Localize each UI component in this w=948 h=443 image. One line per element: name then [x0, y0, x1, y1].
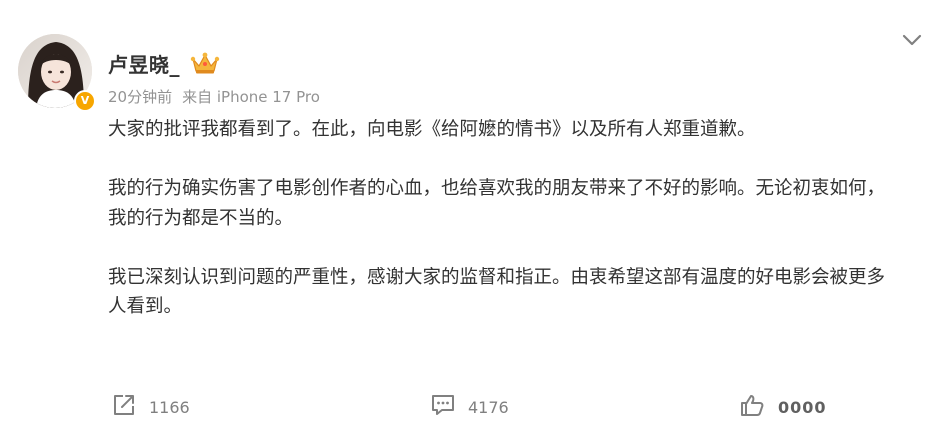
post-source: 来自 iPhone 17 Pro [182, 88, 320, 106]
post-meta: 20分钟前 来自 iPhone 17 Pro [108, 86, 320, 107]
chevron-down-icon[interactable] [900, 28, 924, 52]
repost-count: 1166 [149, 397, 190, 417]
comment-count: 4176 [468, 397, 509, 417]
action-bar: 1166 4176 0000 [0, 392, 948, 422]
author-avatar[interactable]: V [18, 34, 96, 112]
author-name[interactable]: 卢昱晓_ [108, 49, 180, 78]
share-icon [111, 393, 137, 421]
post-paragraph: 我已深刻认识到问题的严重性，感谢大家的监督和指正。由衷希望这部有温度的好电影会被… [108, 266, 886, 318]
post-time[interactable]: 20分钟前 [108, 86, 172, 107]
weibo-post-card: V 卢昱晓_ 20分钟前 来自 iPhone 17 Pro 大家的批评我都看到了… [0, 0, 948, 443]
thumbs-up-icon [740, 393, 766, 421]
like-count: 0000 [778, 397, 827, 417]
comment-button[interactable]: 4176 [430, 392, 509, 422]
like-button[interactable]: 0000 [740, 392, 827, 422]
post-paragraph: 我的行为确实伤害了电影创作者的心血，也给喜欢我的朋友带来了不好的影响。无论初衷如… [108, 178, 886, 229]
post-content: 大家的批评我都看到了。在此，向电影《给阿嬷的情书》以及所有人郑重道歉。 我的行为… [108, 115, 888, 322]
crown-icon[interactable] [190, 50, 220, 76]
comment-icon [430, 393, 456, 421]
post-paragraph: 大家的批评我都看到了。在此，向电影《给阿嬷的情书》以及所有人郑重道歉。 [108, 119, 756, 140]
verified-badge: V [74, 90, 96, 112]
repost-button[interactable]: 1166 [111, 392, 190, 422]
author-name-row: 卢昱晓_ [108, 48, 220, 78]
